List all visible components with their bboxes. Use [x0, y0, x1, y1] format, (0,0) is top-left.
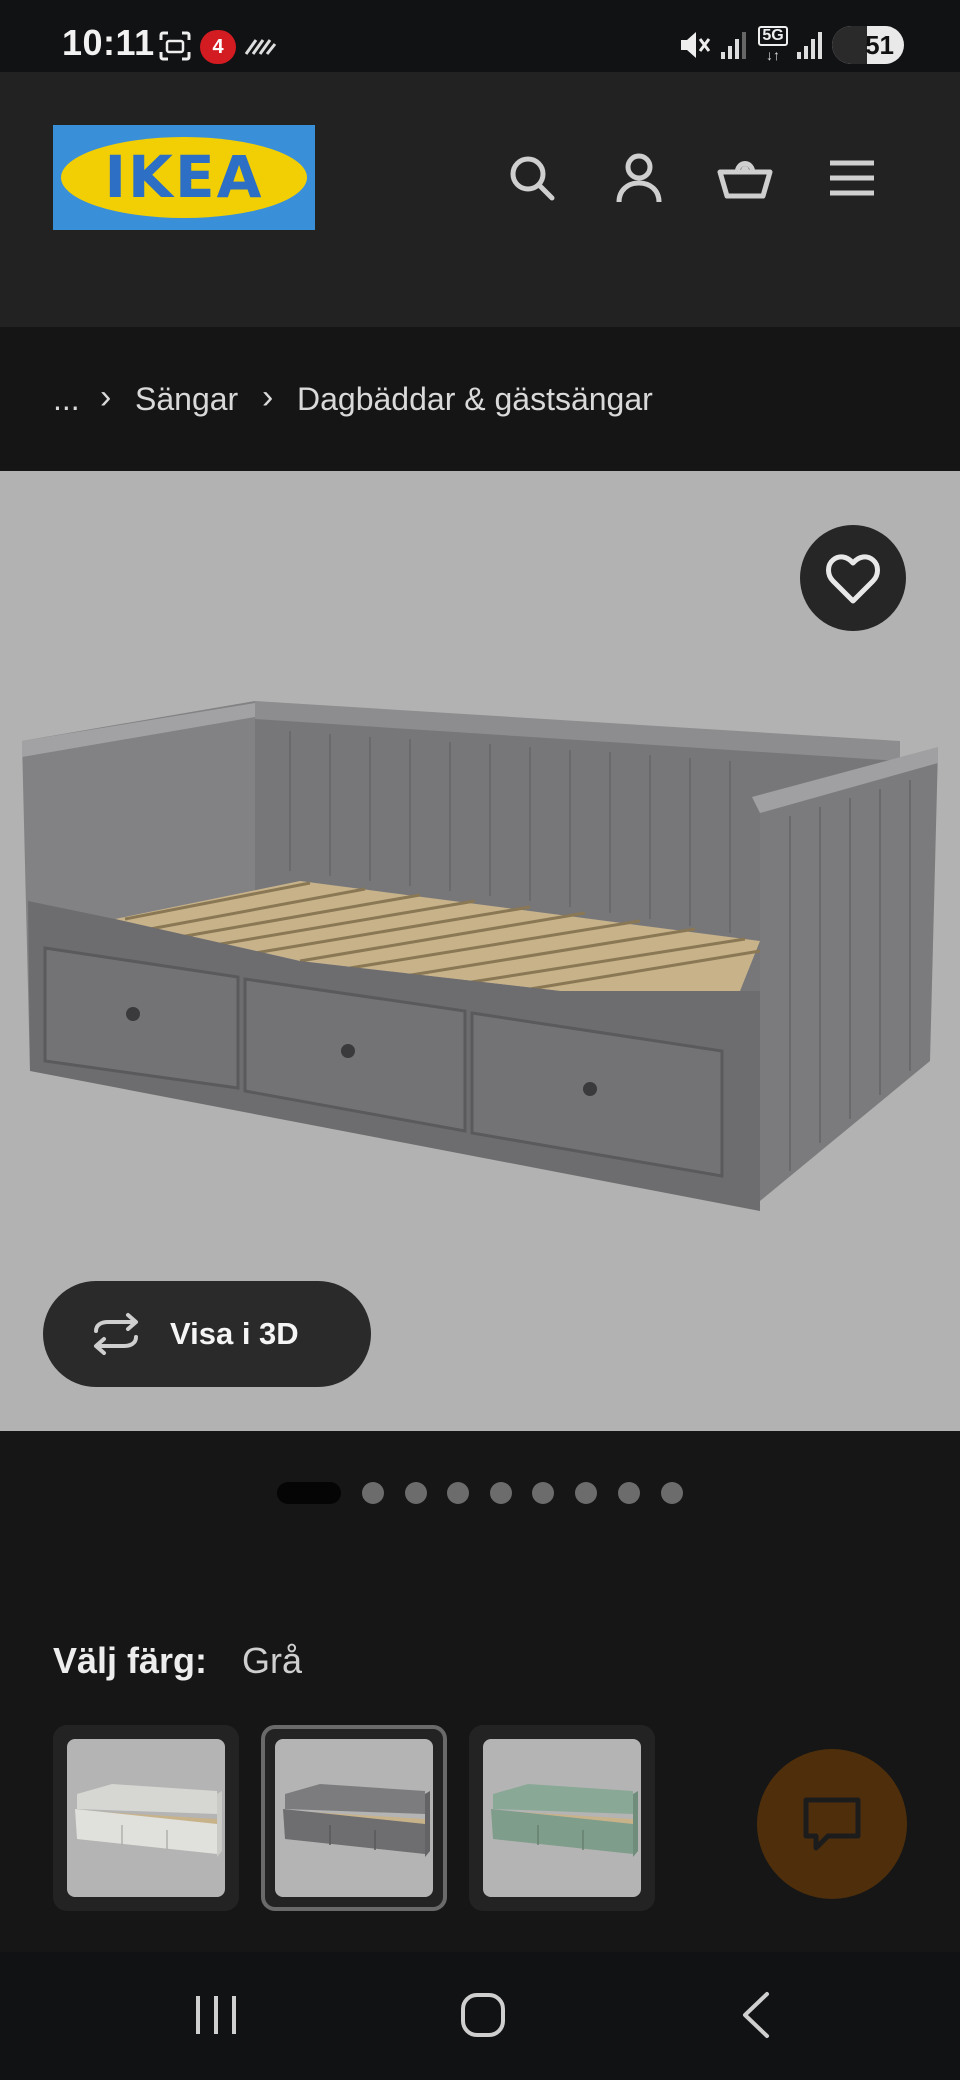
- breadcrumb-separator: ›: [262, 378, 274, 416]
- account-icon[interactable]: [611, 150, 667, 206]
- chat-button[interactable]: [757, 1749, 907, 1899]
- color-swatch-green[interactable]: [469, 1725, 655, 1911]
- battery-level: [832, 26, 867, 64]
- back-icon[interactable]: [737, 1990, 777, 2040]
- view-3d-label: Visa i 3D: [170, 1316, 299, 1351]
- breadcrumb-separator: ›: [100, 378, 112, 416]
- breadcrumb-item-sangar[interactable]: Sängar: [135, 327, 238, 471]
- carousel-dot[interactable]: [490, 1482, 512, 1504]
- heart-icon: [826, 554, 880, 604]
- signal-lines-icon: [244, 39, 277, 55]
- swatch-image-gray: [275, 1739, 433, 1897]
- carousel-dot[interactable]: [661, 1482, 683, 1504]
- carousel-dot[interactable]: [575, 1482, 597, 1504]
- product-image-gallery[interactable]: Visa i 3D: [0, 471, 960, 1431]
- cart-icon[interactable]: [717, 150, 773, 206]
- home-icon[interactable]: [460, 1990, 506, 2040]
- breadcrumb-item-dagbaddar[interactable]: Dagbäddar & gästsängar: [297, 327, 653, 471]
- breadcrumb: ... › Sängar › Dagbäddar & gästsängar: [0, 327, 960, 471]
- ikea-logo[interactable]: IKEA: [53, 125, 315, 230]
- search-icon[interactable]: [504, 150, 560, 206]
- carousel-dot[interactable]: [618, 1482, 640, 1504]
- tv4-play-icon: 4: [200, 30, 236, 64]
- battery-text: 51: [865, 30, 894, 60]
- signal-icon: [721, 32, 746, 59]
- swatch-image-green: [483, 1739, 641, 1897]
- color-swatch-gray[interactable]: [261, 1725, 447, 1911]
- logo-text: IKEA: [104, 143, 264, 211]
- carousel-dot[interactable]: [447, 1482, 469, 1504]
- carousel-dot[interactable]: [532, 1482, 554, 1504]
- swatch-image-white: [67, 1739, 225, 1897]
- carousel-dot[interactable]: [362, 1482, 384, 1504]
- mute-icon: [681, 32, 711, 58]
- recent-apps-icon[interactable]: [193, 1990, 239, 2040]
- screenshot-icon: [159, 31, 191, 61]
- system-nav-bar: [0, 1952, 960, 2080]
- rotate-3d-icon: [94, 1313, 138, 1355]
- carousel-dot-active[interactable]: [277, 1482, 341, 1504]
- chat-icon: [803, 1797, 861, 1851]
- carousel-dot[interactable]: [405, 1482, 427, 1504]
- color-swatch-white[interactable]: [53, 1725, 239, 1911]
- signal-icon: [797, 32, 822, 59]
- favorite-button[interactable]: [800, 525, 906, 631]
- status-bar: 10:11 4 5G ↓↑ 51: [0, 0, 960, 72]
- 5g-icon: 5G ↓↑: [758, 26, 788, 66]
- menu-icon[interactable]: [824, 150, 880, 206]
- site-header: IKEA: [0, 72, 960, 327]
- color-picker-value: Grå: [242, 1640, 303, 1681]
- carousel-dots: [0, 1431, 960, 1541]
- breadcrumb-ellipsis[interactable]: ...: [53, 327, 80, 471]
- color-picker-label: Välj färg:: [53, 1640, 208, 1681]
- status-time: 10:11: [62, 22, 155, 63]
- battery-icon: 51: [832, 26, 904, 64]
- view-3d-button[interactable]: Visa i 3D: [43, 1281, 371, 1387]
